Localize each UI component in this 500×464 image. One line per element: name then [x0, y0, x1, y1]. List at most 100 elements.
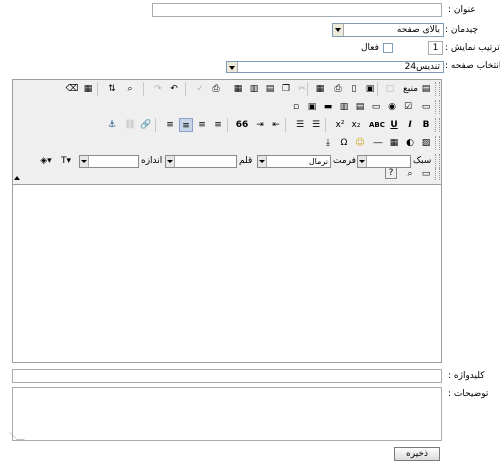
spellcheck-icon[interactable]: ✓ — [193, 82, 207, 96]
chevron-down-icon — [258, 156, 267, 167]
toolbar-grip — [435, 118, 440, 132]
align-left-icon[interactable]: ≡ — [163, 118, 177, 132]
indent-icon[interactable]: ⇥ — [253, 118, 267, 132]
textfield-icon[interactable]: ▭ — [369, 100, 383, 114]
redo-icon[interactable]: ↷ — [151, 82, 165, 96]
new-page-icon[interactable]: ▯ — [347, 82, 361, 96]
select-field-icon[interactable]: ▥ — [337, 100, 351, 114]
replace-icon[interactable]: ⇅ — [105, 82, 119, 96]
image-button-icon[interactable]: ▣ — [305, 100, 319, 114]
print-icon[interactable]: ⎙ — [209, 82, 223, 96]
anchor-icon[interactable]: ⚓ — [105, 118, 119, 132]
description-label: توضیحات : — [448, 389, 489, 399]
bulleted-list-icon[interactable]: ☰ — [293, 118, 307, 132]
button-field-icon[interactable]: ▬ — [321, 100, 335, 114]
chevron-down-icon — [358, 156, 367, 167]
toolbar-grip — [435, 136, 440, 150]
text-color-icon[interactable]: T▾ — [59, 154, 73, 168]
layout-label: چیدمان : — [445, 25, 479, 35]
superscript-button[interactable]: x² — [333, 118, 347, 132]
layout-select-value: بالای صفحه — [396, 25, 440, 35]
link-icon[interactable]: 🔗 — [139, 118, 153, 132]
unlink-icon[interactable]: ⛓ — [123, 118, 137, 132]
toolbar-grip — [435, 100, 440, 114]
eraser-icon[interactable]: ⌫ — [65, 82, 79, 96]
active-checkbox[interactable] — [383, 43, 393, 53]
source-button[interactable]: منبع — [403, 84, 418, 95]
keywords-input[interactable] — [12, 369, 442, 383]
strike-button[interactable]: ABC — [369, 118, 385, 132]
copy-icon[interactable]: ❐ — [279, 82, 293, 96]
font-label: قلم — [239, 156, 253, 166]
title-input[interactable] — [152, 3, 442, 17]
title-label: عنوان : — [448, 5, 476, 15]
radio-icon[interactable]: ◉ — [385, 100, 399, 114]
show-blocks-icon[interactable]: ⌕ — [403, 167, 417, 181]
preview-icon[interactable]: ▢ — [383, 82, 397, 96]
description-textarea[interactable] — [12, 387, 442, 441]
toolbar-grip — [435, 82, 440, 96]
maximize-icon[interactable]: ▭ — [419, 167, 433, 181]
table-icon[interactable]: ▦ — [387, 136, 401, 150]
image-icon[interactable]: ▨ — [419, 136, 433, 150]
cut-icon[interactable]: ✂ — [295, 82, 309, 96]
background-color-icon[interactable]: ◈▾ — [39, 154, 53, 168]
toolbar-grip — [435, 154, 440, 168]
special-char-icon[interactable]: Ω — [337, 136, 351, 150]
collapse-toolbar-icon[interactable] — [14, 176, 20, 180]
print-preview-icon[interactable]: ⎙ — [331, 82, 345, 96]
smiley-icon[interactable]: ☺ — [353, 136, 367, 150]
find-icon[interactable]: ⌕ — [123, 82, 137, 96]
active-label: فعال — [361, 43, 379, 53]
font-select[interactable] — [165, 155, 237, 168]
templates-icon[interactable]: ▦ — [313, 82, 327, 96]
textarea-icon[interactable]: ▤ — [353, 100, 367, 114]
horizontal-rule-icon[interactable]: ― — [371, 136, 385, 150]
layout-select[interactable]: بالای صفحه — [332, 23, 444, 37]
hidden-field-icon[interactable]: ▫ — [289, 100, 303, 114]
undo-icon[interactable]: ↶ — [167, 82, 181, 96]
paste-text-icon[interactable]: ▥ — [247, 82, 261, 96]
page-break-icon[interactable]: ⤓ — [321, 136, 335, 150]
blockquote-button[interactable]: 66 — [235, 118, 249, 132]
editor-toolbar: ▤ منبع ▢ ▣ ▯ ⎙ ▦ ✂ ❐ ▤ ▥ ▦ ⎙ ✓ ↶ ↷ ⌕ ⇅ ▦… — [13, 80, 441, 185]
align-center-icon[interactable]: ≡ — [195, 118, 209, 132]
page-label: انتخاب صفحه : — [445, 61, 500, 71]
format-select-value: نرمال — [308, 157, 328, 166]
subscript-button[interactable]: x₂ — [349, 118, 363, 132]
checkbox-icon[interactable]: ☑ — [401, 100, 415, 114]
align-justify-icon[interactable]: ≡ — [211, 118, 225, 132]
size-select[interactable] — [79, 155, 139, 168]
style-label: سبک — [413, 156, 432, 166]
save-button[interactable]: ذخیره — [394, 447, 440, 461]
outdent-icon[interactable]: ⇤ — [269, 118, 283, 132]
chevron-down-icon — [166, 156, 175, 167]
select-all-icon[interactable]: ▦ — [81, 82, 95, 96]
save-doc-icon[interactable]: ▣ — [363, 82, 377, 96]
flash-icon[interactable]: ◐ — [403, 136, 417, 150]
rich-text-editor: ▤ منبع ▢ ▣ ▯ ⎙ ▦ ✂ ❐ ▤ ▥ ▦ ⎙ ✓ ↶ ↷ ⌕ ⇅ ▦… — [12, 79, 442, 363]
size-label: اندازه — [141, 156, 163, 166]
form-icon[interactable]: ▭ — [419, 100, 433, 114]
paste-icon[interactable]: ▤ — [263, 82, 277, 96]
bold-button[interactable]: B — [419, 118, 433, 132]
chevron-down-icon — [227, 62, 238, 72]
page-select-value: تندیس24 — [404, 62, 440, 72]
italic-button[interactable]: I — [403, 118, 417, 132]
underline-button[interactable]: U — [387, 118, 401, 132]
format-label: فرمت — [333, 156, 356, 166]
about-icon[interactable]: ? — [385, 167, 397, 179]
toolbar-grip — [435, 168, 440, 180]
keywords-label: کلیدواژه : — [448, 371, 485, 381]
align-right-icon[interactable]: ≡ — [179, 118, 193, 132]
order-input[interactable]: 1 — [428, 41, 443, 55]
paste-word-icon[interactable]: ▦ — [231, 82, 245, 96]
source-icon[interactable]: ▤ — [419, 82, 433, 96]
order-label: ترتیب نمایش : — [445, 43, 500, 53]
page-select[interactable]: تندیس24 — [226, 61, 444, 73]
numbered-list-icon[interactable]: ☰ — [309, 118, 323, 132]
editor-content-area[interactable] — [13, 185, 441, 362]
format-select[interactable]: نرمال — [257, 155, 331, 168]
chevron-down-icon — [80, 156, 89, 167]
chevron-down-icon — [333, 24, 344, 36]
